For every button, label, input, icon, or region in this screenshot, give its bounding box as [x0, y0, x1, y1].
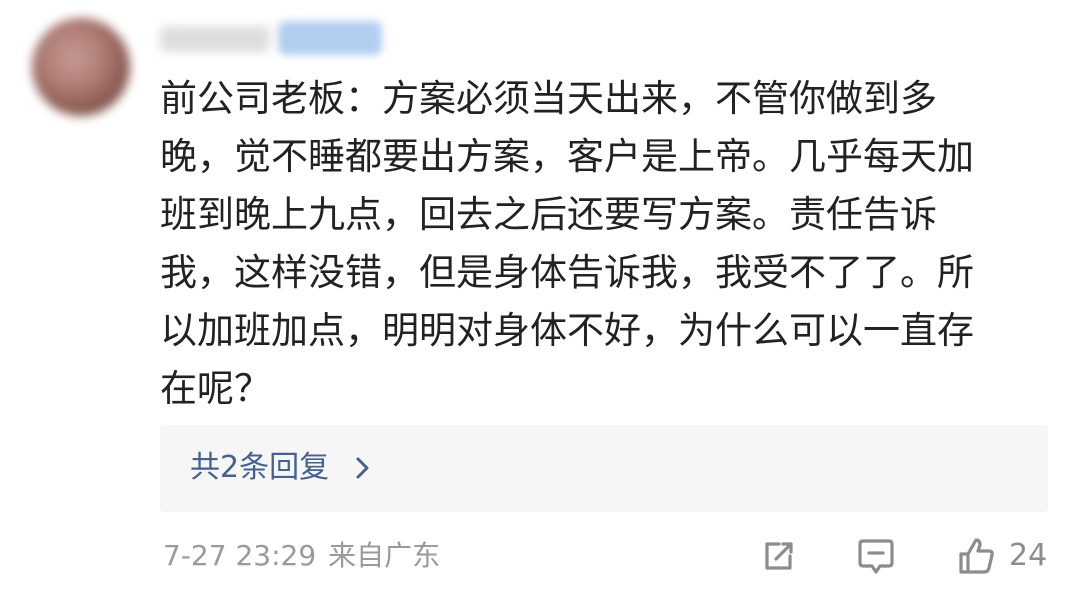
- share-button[interactable]: [754, 532, 802, 580]
- replies-count-label: 共2条回复: [190, 450, 330, 485]
- comment-line-3: 班到晚上九点，回去之后还要写方案。责任告诉: [160, 193, 937, 236]
- comment-location: 来自广东: [328, 539, 441, 572]
- reply-button[interactable]: [852, 532, 900, 580]
- comment-line-2: 晚，觉不睡都要出方案，客户是上帝。几乎每天加: [160, 135, 974, 178]
- comment-line-6: 在呢？: [160, 367, 271, 410]
- like-count: 24: [1009, 538, 1048, 573]
- comment-time: 7-27 23:29: [163, 539, 317, 572]
- thumbs-up-icon: [952, 532, 1000, 580]
- chevron-right-icon: [354, 449, 374, 487]
- comment-meta: 7-27 23:29 来自广东: [163, 536, 440, 576]
- comment-card: 前公司老板：方案必须当天出来，不管你做到多 晚，觉不睡都要出方案，客户是上帝。几…: [0, 0, 1080, 592]
- user-badge-blurred: [278, 21, 382, 55]
- share-icon: [754, 532, 802, 580]
- like-button[interactable]: [952, 532, 1000, 580]
- comment-line-5: 以加班加点，明明对身体不好，为什么可以一直存: [160, 309, 974, 352]
- comment-text: 前公司老板：方案必须当天出来，不管你做到多 晚，觉不睡都要出方案，客户是上帝。几…: [160, 70, 1040, 418]
- username-blurred[interactable]: [160, 26, 270, 52]
- view-replies-button[interactable]: 共2条回复: [160, 425, 1048, 512]
- comment-line-1: 前公司老板：方案必须当天出来，不管你做到多: [160, 77, 937, 120]
- avatar[interactable]: [32, 18, 130, 116]
- comment-icon: [852, 532, 900, 580]
- comment-line-4: 我，这样没错，但是身体告诉我，我受不了了。所: [160, 251, 974, 294]
